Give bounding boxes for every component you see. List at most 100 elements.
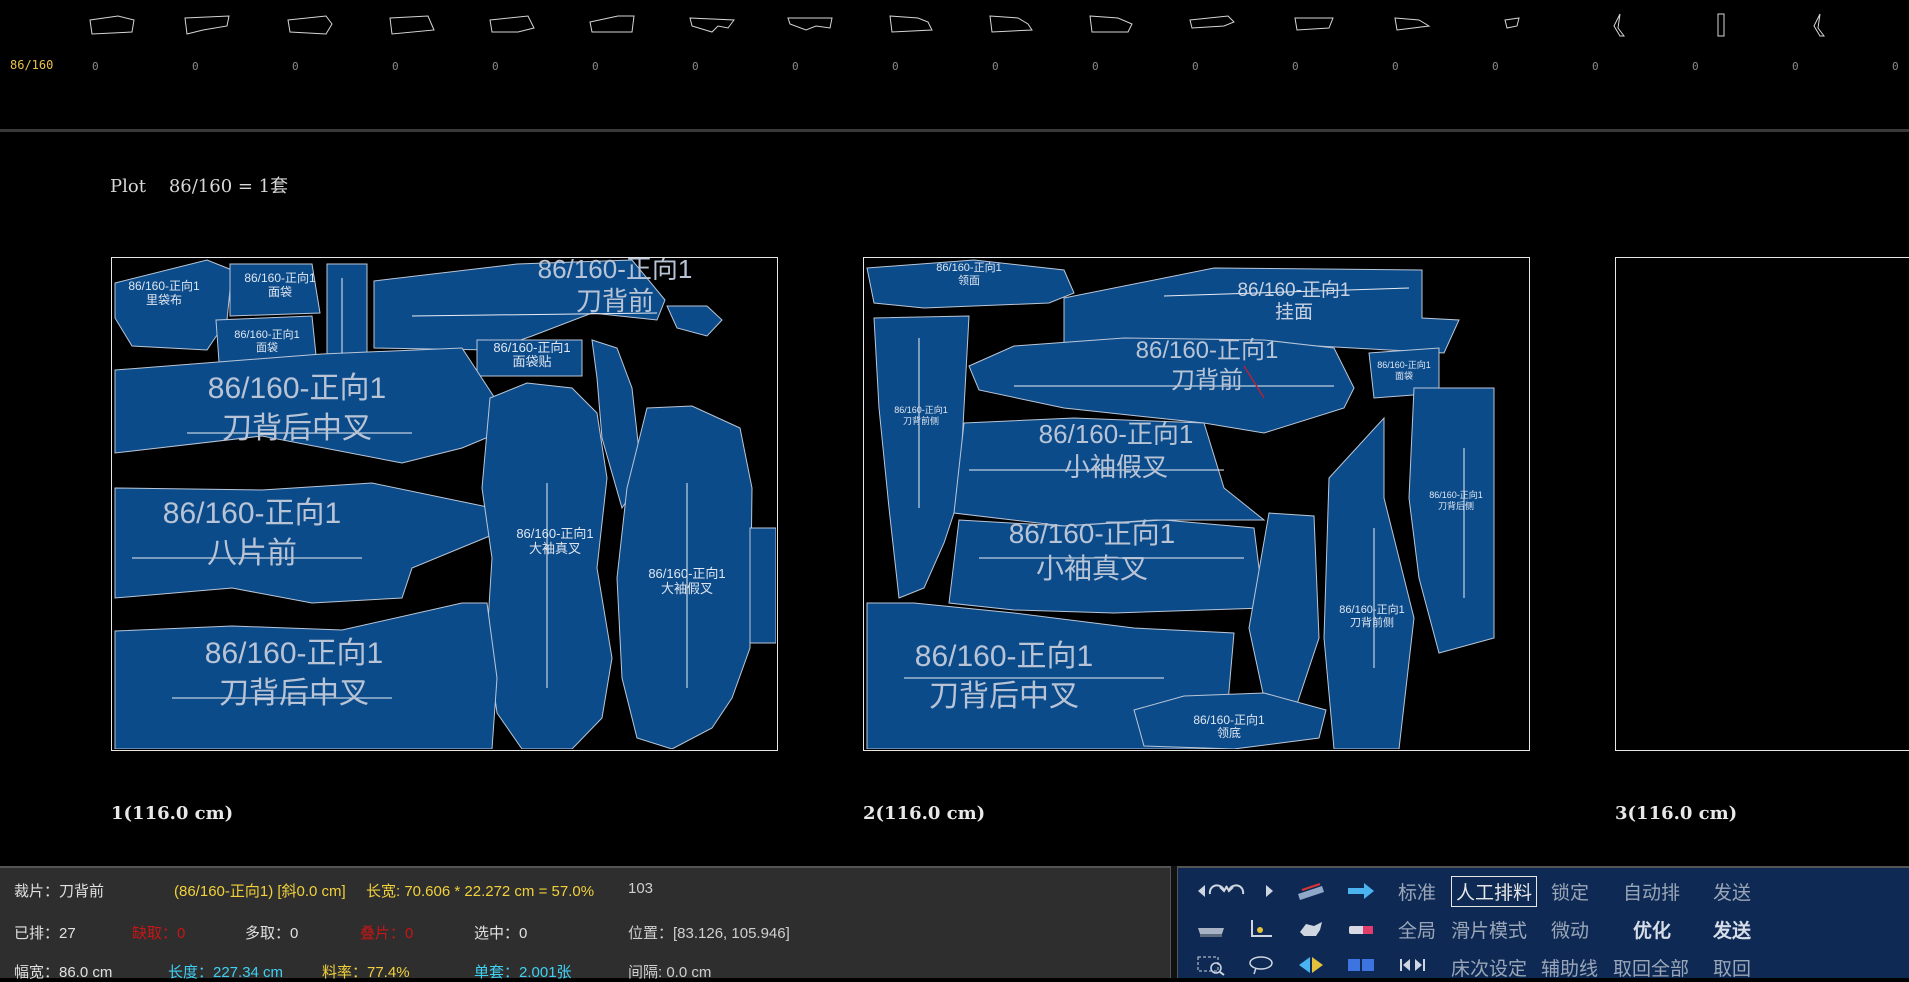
- piece-label: 86/160-正向1: [234, 327, 299, 341]
- piece-thumbnail[interactable]: [1493, 12, 1543, 40]
- piece-label: 86/160-正向1: [1339, 602, 1404, 616]
- piece: [666, 305, 723, 337]
- split-view-icon[interactable]: [1346, 954, 1376, 976]
- piece-thumbnail[interactable]: [183, 12, 233, 40]
- piece-thumbnail[interactable]: [1088, 12, 1138, 40]
- piece-count: 0: [1692, 60, 1699, 73]
- piece-label: 面袋贴: [512, 354, 551, 369]
- piece: [326, 263, 368, 364]
- status-info-panel: 裁片：刀背前 (86/160-正向1) [斜0.0 cm] 长宽: 70.606…: [0, 866, 1170, 981]
- nudge-button[interactable]: 微动: [1551, 916, 1589, 943]
- piece-label: 刀背前: [576, 286, 654, 316]
- extra-count: 多取：0: [245, 925, 299, 942]
- piece-label: 面袋: [268, 285, 292, 299]
- table-flat-icon[interactable]: [1196, 918, 1226, 940]
- retrieve-button[interactable]: 取回: [1713, 954, 1751, 981]
- global-button[interactable]: 全局: [1398, 916, 1436, 943]
- skip-first-last-icon[interactable]: [1398, 954, 1428, 976]
- send-button-1[interactable]: 发送: [1713, 878, 1751, 905]
- optimize-button[interactable]: 优化: [1633, 916, 1671, 943]
- piece-count: 0: [192, 60, 199, 73]
- piece-label: 大袖真叉: [529, 541, 581, 556]
- piece-thumbnail[interactable]: [388, 12, 438, 40]
- guide-line-button[interactable]: 辅助线: [1541, 954, 1598, 981]
- auto-layout-button[interactable]: 自动排: [1623, 878, 1680, 905]
- piece-thumbnail[interactable]: [786, 12, 836, 40]
- piece-label: 86/160-正向1: [516, 526, 593, 541]
- piece-label: 86/160-正向1: [648, 566, 725, 581]
- overlap-count: 叠片：0: [360, 925, 414, 942]
- piece-label: 86/160-正向1: [936, 260, 1001, 274]
- piece-count: 0: [92, 60, 99, 73]
- piece-thumbnail[interactable]: [1293, 12, 1343, 40]
- piece-thumbnail[interactable]: [1698, 12, 1748, 40]
- piece-thumbnail[interactable]: [988, 12, 1038, 40]
- piece-thumbnail[interactable]: [88, 12, 138, 40]
- placed-count: 已排：27: [14, 925, 76, 942]
- piece-label: 86/160-正向1: [244, 270, 316, 285]
- piece-count: 0: [1492, 60, 1499, 73]
- zoom-region-icon[interactable]: [1196, 954, 1226, 976]
- piece-label: 86/160-正向1: [915, 640, 1093, 673]
- plot-title: Plot 86/160 = 1套: [110, 176, 289, 197]
- piece-thumbnail[interactable]: [1393, 12, 1443, 40]
- piece-label: 86/160-正向1: [1377, 359, 1431, 370]
- piece-label: 86/160-正向1: [205, 637, 383, 670]
- piece-count: 0: [392, 60, 399, 73]
- piece-label: 刀背后中叉: [219, 677, 369, 710]
- retrieve-all-button[interactable]: 取回全部: [1613, 954, 1689, 981]
- piece-count: 0: [1892, 60, 1899, 73]
- piece-thumbnail[interactable]: [1188, 12, 1238, 40]
- fabric-layer-icon[interactable]: [1296, 880, 1326, 902]
- piece-label: 86/160-正向1: [1039, 419, 1194, 449]
- piece: [1323, 416, 1415, 749]
- piece-thumbnail[interactable]: [688, 12, 738, 40]
- piece-thumbnail[interactable]: [286, 12, 336, 40]
- piece-label: 面袋: [256, 340, 278, 354]
- send-button-2[interactable]: 发送: [1713, 916, 1751, 943]
- panel-divider[interactable]: [1170, 866, 1178, 978]
- rotate-arrows-icon[interactable]: [1196, 880, 1276, 902]
- piece-label: 86/160-正向1: [208, 372, 386, 405]
- piece-thumbnail[interactable]: [588, 12, 638, 40]
- piece-thumbnail[interactable]: [1798, 12, 1848, 40]
- bed-settings-button[interactable]: 床次设定: [1451, 954, 1527, 981]
- gap-readout: 间隔: 0.0 cm: [628, 964, 712, 981]
- marker-sheet-2[interactable]: 86/160-正向1 领面 86/160-正向1 挂面 86/160-正向1 刀…: [863, 257, 1530, 751]
- mode-manual-layout[interactable]: 人工排料: [1451, 876, 1538, 907]
- piece-count: 0: [892, 60, 899, 73]
- piece-count: 0: [692, 60, 699, 73]
- nav-rotate-icons[interactable]: [1196, 880, 1276, 902]
- lasso-icon[interactable]: [1246, 954, 1276, 976]
- measure-tool-icon[interactable]: [1246, 918, 1276, 940]
- animal-shape-icon[interactable]: [1296, 918, 1326, 940]
- size-label: 86/160: [10, 58, 54, 72]
- piece-thumbnail[interactable]: [1598, 12, 1648, 40]
- flip-piece-icon[interactable]: [1296, 954, 1326, 976]
- piece-label: 大袖假叉: [661, 581, 713, 596]
- piece-thumbnail[interactable]: [488, 12, 538, 40]
- piece-label: 86/160-正向1: [163, 497, 341, 530]
- sheet-1-pieces[interactable]: 86/160-正向1 里袋布 86/160-正向1 面袋 86/160-正向1 …: [112, 258, 776, 749]
- marker-sheet-3[interactable]: [1615, 257, 1909, 751]
- marker-sheet-1[interactable]: 86/160-正向1 里袋布 86/160-正向1 面袋 86/160-正向1 …: [111, 257, 778, 751]
- piece-label: 刀背前侧: [1350, 615, 1394, 629]
- piece-count: 0: [1792, 60, 1799, 73]
- piece-label: 挂面: [1275, 301, 1313, 323]
- piece-count: 0: [1092, 60, 1099, 73]
- piece-count: 0: [1592, 60, 1599, 73]
- piece-label: 86/160-正向1: [538, 258, 693, 284]
- slide-mode-button[interactable]: 滑片模式: [1451, 916, 1527, 943]
- piece-label: 86/160-正向1: [128, 278, 200, 293]
- piece-label: 86/160-正向1: [1429, 489, 1483, 500]
- piece-label: 刀背前: [1171, 367, 1243, 394]
- sheet-3-label: 3(116.0 cm): [1615, 803, 1738, 824]
- cut-piece-name: 裁片：刀背前: [14, 883, 105, 900]
- sheet-2-pieces[interactable]: 86/160-正向1 领面 86/160-正向1 挂面 86/160-正向1 刀…: [864, 258, 1528, 749]
- eraser-icon[interactable]: [1346, 918, 1376, 940]
- lock-button[interactable]: 锁定: [1551, 878, 1589, 905]
- piece-label: 86/160-正向1: [1009, 518, 1176, 549]
- move-right-arrow-icon[interactable]: [1346, 880, 1376, 902]
- piece-thumbnail[interactable]: [888, 12, 938, 40]
- mode-standard[interactable]: 标准: [1398, 878, 1436, 905]
